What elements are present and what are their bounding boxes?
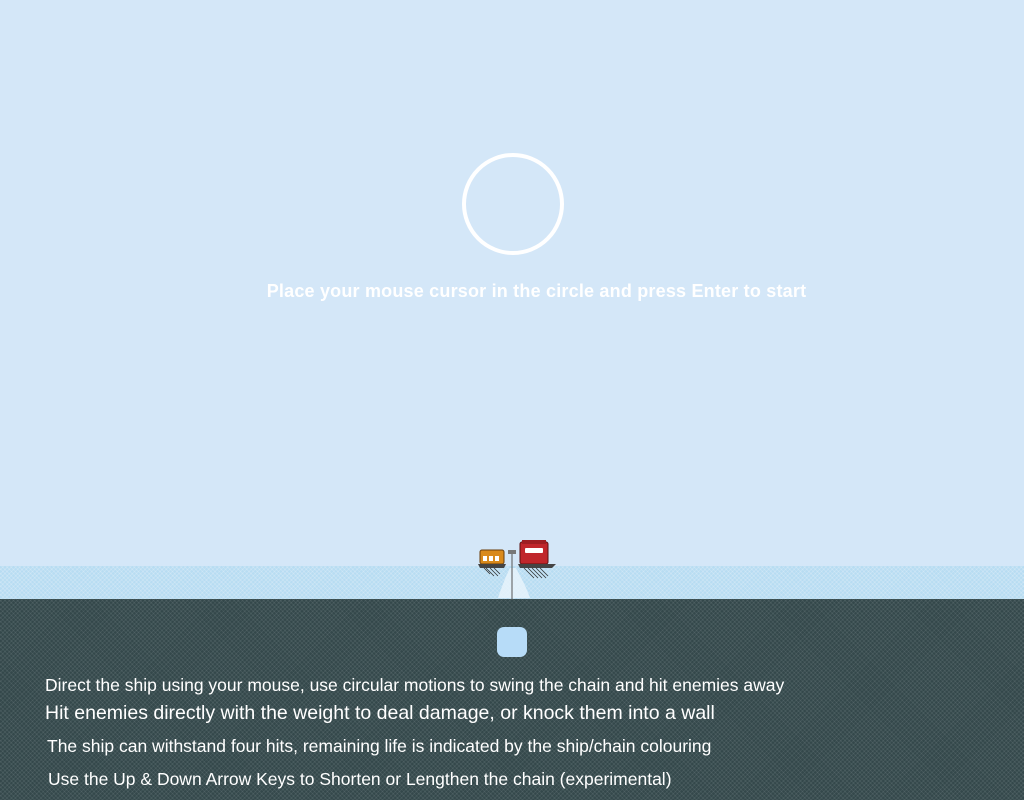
instruction-line-1: Direct the ship using your mouse, use ci… <box>45 675 785 695</box>
instruction-line-3: The ship can withstand four hits, remain… <box>47 736 712 756</box>
instruction-line-2: Hit enemies directly with the weight to … <box>45 702 715 724</box>
ship-icon <box>476 540 560 600</box>
instruction-line-4: Use the Up & Down Arrow Keys to Shorten … <box>48 769 672 789</box>
weight-icon <box>497 627 527 657</box>
start-target-circle[interactable] <box>462 153 564 255</box>
game-stage[interactable]: Place your mouse cursor in the circle an… <box>0 0 1024 800</box>
start-prompt: Place your mouse cursor in the circle an… <box>266 281 807 301</box>
